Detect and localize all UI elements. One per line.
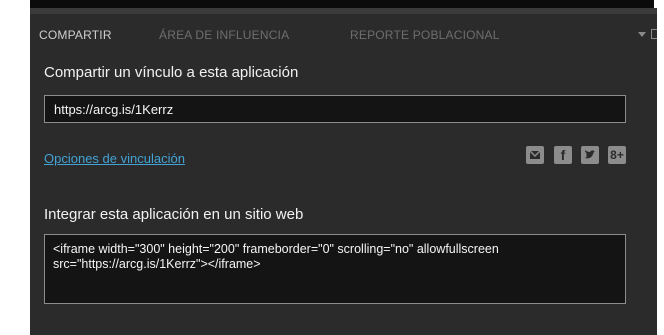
dropdown-caret-icon[interactable] [638, 32, 646, 37]
left-background [0, 0, 30, 335]
facebook-icon[interactable]: f [554, 146, 572, 164]
tab-area-de-influencia[interactable]: ÁREA DE INFLUENCIA [159, 28, 289, 42]
tab-reporte-poblacional[interactable]: REPORTE POBLACIONAL [350, 28, 500, 42]
tab-compartir[interactable]: COMPARTIR [39, 28, 112, 42]
link-options-link[interactable]: Opciones de vinculación [44, 151, 185, 166]
twitter-icon[interactable] [581, 146, 599, 164]
share-content: Compartir un vínculo a esta aplicación O… [30, 54, 657, 335]
share-panel: COMPARTIR ÁREA DE INFLUENCIA REPORTE POB… [30, 8, 657, 335]
share-url-input[interactable] [44, 95, 626, 123]
share-link-title: Compartir un vínculo a esta aplicación [44, 64, 299, 81]
window-toggle-icon[interactable] [651, 29, 657, 39]
embed-title: Integrar esta aplicación en un sitio web [44, 206, 304, 223]
mail-icon[interactable] [526, 146, 544, 164]
tab-bar: COMPARTIR ÁREA DE INFLUENCIA REPORTE POB… [30, 14, 657, 54]
google-plus-icon[interactable]: 8+ [608, 146, 626, 164]
embed-code-textarea[interactable]: <iframe width="300" height="200" framebo… [44, 234, 626, 304]
